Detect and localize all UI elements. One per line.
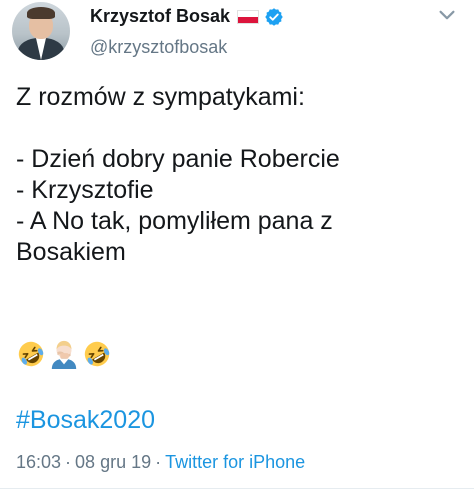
tweet-line: Z rozmów z sympatykami:	[16, 83, 305, 111]
tweet-line: - Dzień dobry panie Robercie	[16, 145, 340, 173]
tweet-meta: 16:03 · 08 gru 19 · Twitter for iPhone	[16, 452, 305, 473]
tweet-time: 16:03	[16, 452, 62, 472]
tweet-header: Krzysztof Bosak @krzysztofbosak	[0, 0, 474, 70]
rolling-on-floor-laughing-emoji	[18, 341, 44, 367]
meta-separator: ·	[65, 452, 72, 472]
tweet-date: 08 gru 19	[75, 452, 152, 472]
display-name[interactable]: Krzysztof Bosak	[90, 6, 230, 27]
emoji-row	[16, 339, 112, 369]
meta-separator: ·	[155, 452, 162, 472]
avatar[interactable]	[12, 2, 70, 60]
verified-badge-icon	[265, 7, 283, 26]
chevron-down-icon[interactable]	[436, 4, 458, 26]
tweet-source-link[interactable]: Twitter for iPhone	[165, 452, 305, 473]
user-handle[interactable]: @krzysztofbosak	[90, 37, 227, 58]
tweet-text: Z rozmów z sympatykami: - Dzień dobry pa…	[16, 82, 461, 268]
man-facepalming-emoji	[51, 340, 77, 369]
author-name-row: Krzysztof Bosak	[90, 6, 284, 27]
poland-flag-icon	[237, 9, 260, 24]
divider	[0, 488, 474, 489]
hashtag-link[interactable]: #Bosak2020	[16, 406, 155, 435]
tweet-line: - A No tak, pomyliłem pana z	[16, 207, 333, 235]
rolling-on-floor-laughing-emoji	[84, 341, 110, 367]
tweet-line: - Krzysztofie	[16, 176, 154, 204]
tweet-line: Bosakiem	[16, 238, 126, 266]
